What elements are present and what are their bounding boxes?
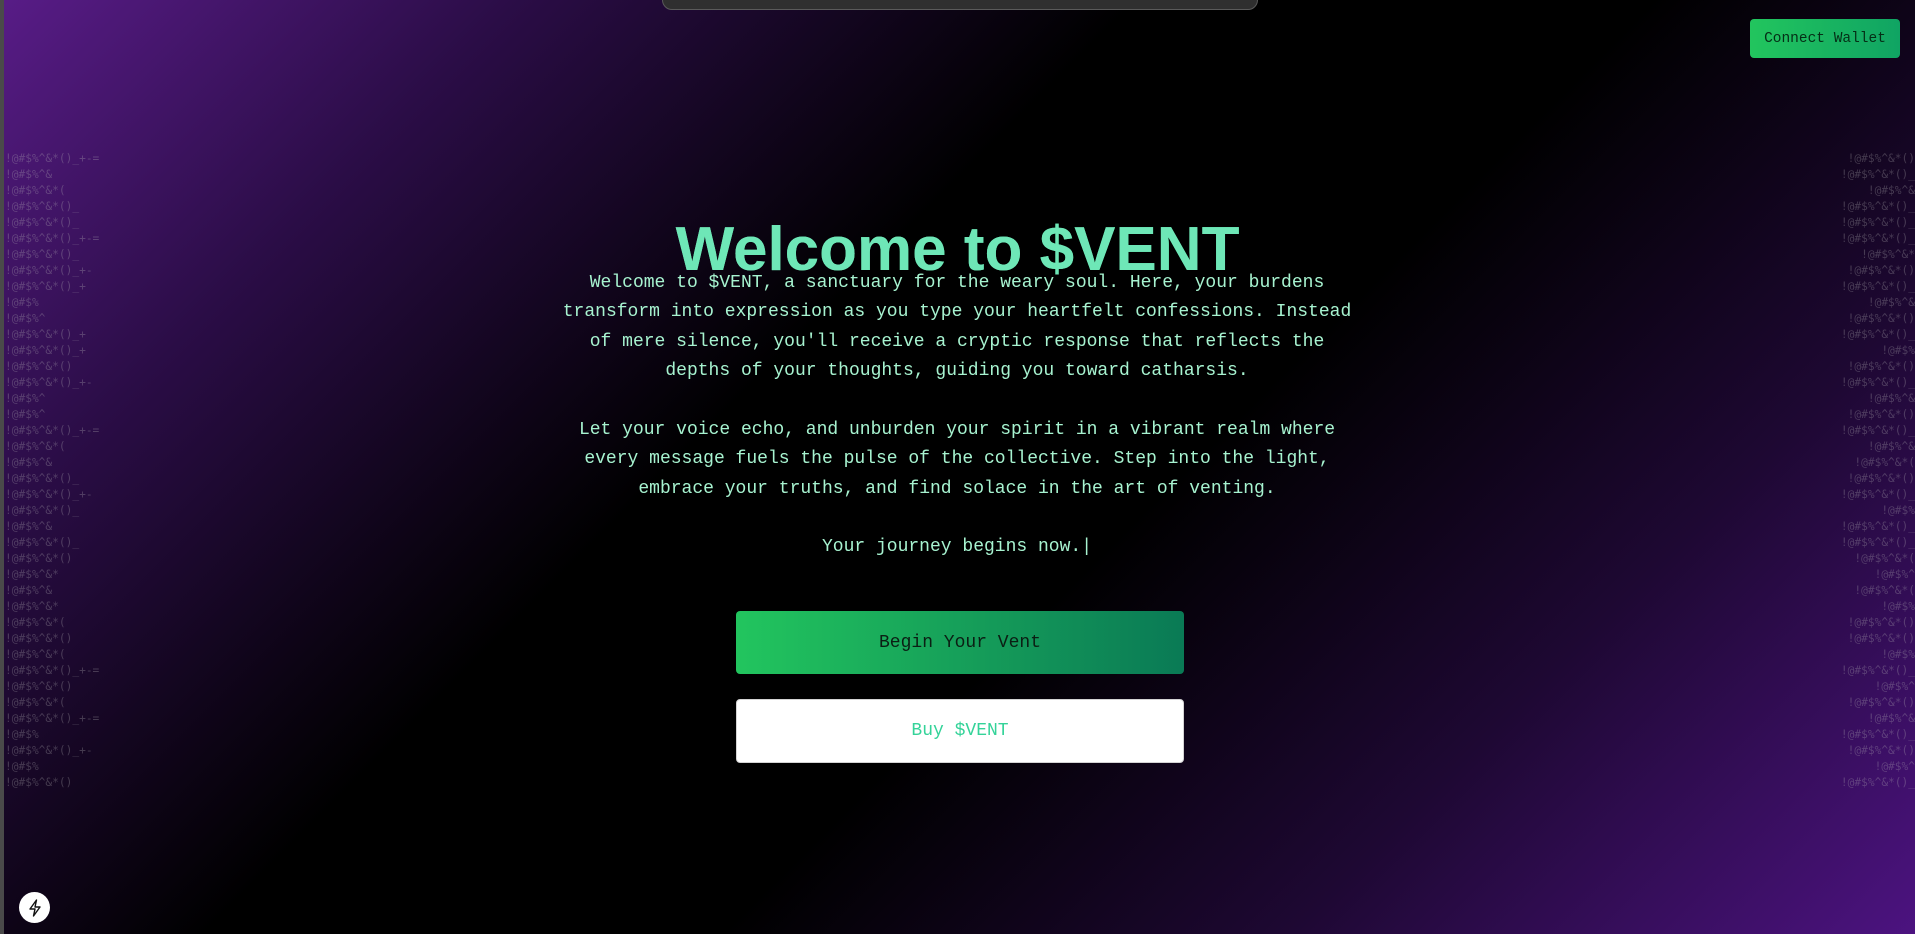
glyph-line: !@#$%^&*()_ [1840,376,1915,389]
glyph-line: !@#$%^&*()_+- [5,376,93,389]
glyph-line: !@#$% [5,728,39,741]
window-edge [0,0,4,934]
glyph-line: !@#$%^&*()_+-= [5,152,100,165]
glyph-line: !@#$%^&*() [5,776,73,789]
glyph-line: !@#$%^&*()_+- [5,488,93,501]
glyph-line: !@#$%^&*( [5,184,66,197]
glyph-line: !@#$%^& [5,456,53,469]
glyph-line: !@#$%^&*()_ [1840,776,1915,789]
typing-cursor: | [1081,537,1093,557]
glyph-line: !@#$%^&*( [5,696,66,709]
glyph-line: !@#$%^&*() [1847,152,1915,165]
glyph-line: !@#$%^&*()_ [1840,488,1915,501]
glyph-line: !@#$%^&*()_+- [5,744,93,757]
top-tab-handle [662,0,1258,10]
glyph-line: !@#$%^&*() [1847,408,1915,421]
glyph-line: !@#$%^&*() [5,632,73,645]
glyph-line: !@#$%^& [1867,184,1915,197]
glyph-line: !@#$% [5,760,39,773]
glyph-line: !@#$%^&*()_ [5,504,80,517]
glyph-line: !@#$%^&*()_ [1840,728,1915,741]
glyph-line: !@#$%^ [1874,568,1915,581]
page-background: !@#$%^&*()_+-= !@#$%^& !@#$%^&*( !@#$%^&*()… [0,0,1915,934]
glyph-line: !@#$%^&*( [5,440,66,453]
glyph-line: !@#$%^&*()_+ [5,328,86,341]
glyph-line: !@#$%^ [1874,680,1915,693]
journey-text: Your journey begins now. [821,537,1082,557]
second-paragraph: Let your voice echo, and unburden your s… [578,420,1336,499]
glyph-line: !@#$% [1881,600,1915,613]
glyph-line: !@#$%^&*() [1847,472,1915,485]
glyph-line: !@#$%^&*() [1847,632,1915,645]
glyph-line: !@#$%^ [1874,760,1915,773]
glyph-line: !@#$%^&*() [1847,744,1915,757]
glyph-line: !@#$%^&*()_ [1840,536,1915,549]
glyph-line: !@#$%^&*() [5,552,73,565]
glyph-line: !@#$%^&*()_ [1840,168,1915,181]
glyph-line: !@#$%^ [5,408,46,421]
intro-paragraph: Welcome to $VENT, a sanctuary for the we… [562,273,1352,382]
glyph-line: !@#$%^&*() [5,680,73,693]
glyph-line: !@#$%^&*()_ [1840,520,1915,533]
glyph-line: !@#$%^&*( [1854,584,1915,597]
glyph-line: !@#$%^& [5,584,53,597]
glyph-line: !@#$% [1881,648,1915,661]
glyph-line: !@#$%^&*()_ [1840,664,1915,677]
glyph-line: !@#$%^& [1867,296,1915,309]
glyph-line: !@#$%^& [5,168,53,181]
begin-vent-button[interactable]: Begin Your Vent [736,611,1184,674]
glyph-line: !@#$%^&*( [1854,552,1915,565]
glyph-line: !@#$% [5,296,39,309]
glyph-line: !@#$%^&*()_ [1840,328,1915,341]
glyph-line: !@#$%^& [5,520,53,533]
glyph-line: !@#$%^&*()_+-= [5,712,100,725]
glyph-line: !@#$%^& [1867,440,1915,453]
glyph-line: !@#$%^&*()_ [5,472,80,485]
glyph-line: !@#$%^&*()_ [1840,424,1915,437]
journey-line: Your journey begins now.| [557,533,1357,562]
buy-vent-button[interactable]: Buy $VENT [736,699,1184,763]
glyph-line: !@#$%^&*() [1847,616,1915,629]
glyph-line: !@#$%^&*( [5,616,66,629]
glyph-line: !@#$%^& [1867,712,1915,725]
lightning-bolt-icon[interactable] [19,892,50,923]
glyph-line: !@#$%^&*()_ [5,536,80,549]
glyph-line: !@#$%^&*( [1854,456,1915,469]
glyph-line: !@#$%^&*() [1847,360,1915,373]
glyph-line: !@#$%^&*()_+ [5,344,86,357]
lightning-bolt-icon-glyph [28,898,41,917]
glyph-line: !@#$%^& [1867,392,1915,405]
glyph-line: !@#$%^&*( [5,648,66,661]
glyph-line: !@#$%^&*() [5,360,73,373]
glyph-line: !@#$%^&* [5,600,59,613]
glyph-line: !@#$%^&* [5,568,59,581]
glyph-line: !@#$%^&*() [1847,312,1915,325]
glyph-line: !@#$%^ [5,392,46,405]
glyph-line: !@#$%^&*() [1847,696,1915,709]
glyph-line: !@#$%^ [5,312,46,325]
glyph-line: !@#$%^&*()_+-= [5,664,100,677]
connect-wallet-button[interactable]: Connect Wallet [1750,19,1900,58]
glyph-line: !@#$% [1881,504,1915,517]
glyph-line: !@#$%^&*()_+-= [5,424,100,437]
glyph-line: !@#$% [1881,344,1915,357]
